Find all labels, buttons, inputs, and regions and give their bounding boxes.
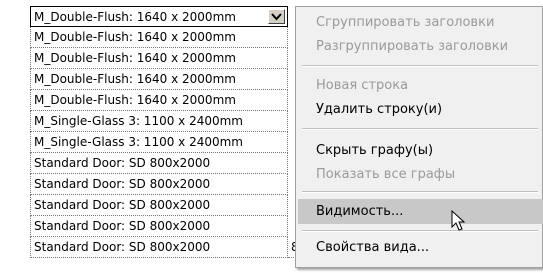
type-cell[interactable]: M_Single-Glass 3: 1100 x 2400mm — [30, 132, 288, 153]
context-menu: Сгруппировать заголовки Разгруппировать … — [295, 6, 543, 268]
menu-item-view-properties[interactable]: Свойства вида... — [298, 235, 543, 260]
menu-item-delete-rows[interactable]: Удалить строку(и) — [298, 97, 543, 122]
type-dropdown-button[interactable] — [268, 9, 285, 24]
type-cell[interactable]: M_Double-Flush: 1640 x 2000mm — [30, 69, 288, 90]
menu-item-group-headers[interactable]: Сгруппировать заголовки — [298, 10, 543, 35]
type-cell[interactable]: Standard Door: SD 800x2000 — [30, 195, 288, 216]
mouse-cursor-icon — [451, 210, 466, 231]
menu-item-new-row[interactable]: Новая строка — [298, 73, 543, 98]
type-cell[interactable]: M_Double-Flush: 1640 x 2000mm — [30, 90, 288, 111]
menu-item-show-all-columns[interactable]: Показать все графы — [298, 162, 543, 187]
menu-item-visibility[interactable]: Видимость... — [298, 199, 543, 224]
menu-separator — [302, 65, 538, 67]
chevron-down-icon — [271, 13, 282, 21]
type-cell[interactable]: Standard Door: SD 800x2000 — [30, 153, 288, 174]
type-cell[interactable]: Standard Door: SD 800x2000 — [30, 174, 288, 195]
type-cell[interactable]: M_Double-Flush: 1640 x 2000mm — [30, 6, 288, 27]
menu-separator — [302, 128, 538, 130]
menu-item-ungroup-headers[interactable]: Разгруппировать заголовки — [298, 34, 543, 59]
type-cell-text: M_Double-Flush: 1640 x 2000mm — [34, 10, 236, 24]
menu-separator — [302, 191, 538, 193]
menu-separator — [302, 230, 538, 232]
type-cell[interactable]: M_Double-Flush: 1640 x 2000mm — [30, 48, 288, 69]
type-cell[interactable]: Standard Door: SD 800x2000 — [30, 237, 288, 258]
type-cell[interactable]: M_Double-Flush: 1640 x 2000mm — [30, 27, 288, 48]
menu-item-hide-columns[interactable]: Скрыть графу(ы) — [298, 138, 543, 163]
type-cell[interactable]: Standard Door: SD 800x2000 — [30, 216, 288, 237]
type-cell[interactable]: M_Single-Glass 3: 1100 x 2400mm — [30, 111, 288, 132]
